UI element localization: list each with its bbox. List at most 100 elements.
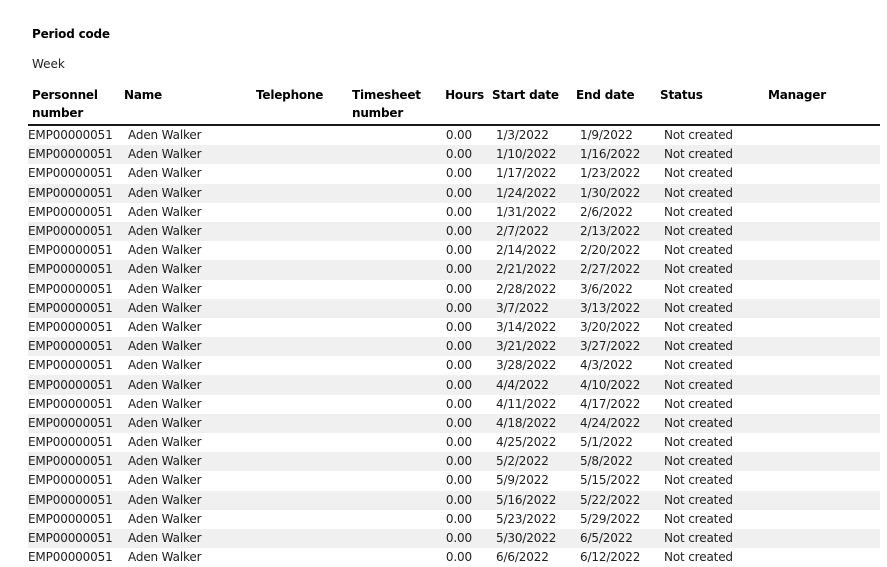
- cell-hours: 0.00: [445, 435, 472, 450]
- column-header-start-date[interactable]: Start date: [492, 86, 576, 126]
- cell-manager: [768, 145, 880, 165]
- table-row[interactable]: EMP00000051 Aden Walker 0.00 1/17/2022 1/23/…: [28, 164, 880, 183]
- cell-hours: 0.00: [444, 221, 492, 242]
- cell-timesheet-number: [352, 413, 444, 433]
- cell-status: Not created: [664, 243, 733, 258]
- table-row[interactable]: EMP00000051 Aden Walker 0.00 5/9/2022 5/15/2…: [28, 471, 880, 490]
- cell-end-date: 3/27/2022: [576, 337, 660, 357]
- cell-hours: 0.00: [445, 358, 472, 373]
- column-header-manager[interactable]: Manager: [768, 86, 880, 126]
- cell-status: Not created: [664, 358, 733, 373]
- cell-name: Aden Walker: [128, 473, 202, 488]
- cell-personnel-number: EMP00000051: [28, 128, 113, 143]
- cell-start-date: 1/3/2022: [496, 128, 549, 143]
- cell-end-date: 3/13/2022: [576, 298, 660, 318]
- cell-manager: [768, 280, 880, 299]
- cell-name: Aden Walker: [128, 550, 202, 565]
- cell-manager: [768, 260, 880, 280]
- table-row[interactable]: EMP00000051 Aden Walker 0.00 3/28/2022 4/3/2…: [28, 356, 880, 375]
- cell-timesheet-number: [352, 125, 444, 145]
- cell-status: Not created: [660, 183, 768, 203]
- cell-telephone: [256, 145, 352, 165]
- cell-hours: 0.00: [444, 452, 492, 472]
- table-row[interactable]: EMP00000051 Aden Walker 0.00 4/4/2022 4/10/2…: [28, 375, 880, 395]
- table-row[interactable]: EMP00000051 Aden Walker 0.00 5/16/2022 5/22/…: [28, 490, 880, 510]
- table-row[interactable]: EMP00000051 Aden Walker 0.00 1/3/2022 1/9/20…: [28, 125, 880, 145]
- cell-telephone: [256, 471, 352, 490]
- table-header-row: Personnel number Name Telephone Timeshee…: [28, 86, 880, 126]
- table-row[interactable]: EMP00000051 Aden Walker 0.00 2/21/2022 2/27/…: [28, 260, 880, 280]
- cell-start-date: 4/25/2022: [496, 435, 557, 450]
- cell-telephone: [256, 433, 352, 452]
- cell-manager: [768, 510, 880, 529]
- cell-end-date: 2/6/2022: [580, 204, 633, 219]
- table-row[interactable]: EMP00000051 Aden Walker 0.00 5/30/2022 6/5/2…: [28, 528, 880, 549]
- table-row[interactable]: EMP00000051 Aden Walker 0.00 2/14/2022 2/20/…: [28, 241, 880, 260]
- cell-telephone: [256, 452, 352, 472]
- table-row[interactable]: EMP00000051 Aden Walker 0.00 3/21/2022 3/27/…: [28, 337, 880, 357]
- cell-telephone: [256, 375, 352, 395]
- table-row[interactable]: EMP00000051 Aden Walker 0.00 1/24/2022 1/30/…: [28, 183, 880, 203]
- table-row[interactable]: EMP00000051 Aden Walker 0.00 4/11/2022 4/17/…: [28, 395, 880, 414]
- cell-hours: 0.00: [445, 166, 472, 181]
- table-row[interactable]: EMP00000051 Aden Walker 0.00 2/28/2022 3/6/2…: [28, 280, 880, 299]
- column-header-timesheet-number[interactable]: Timesheet number: [352, 86, 444, 126]
- cell-end-date: 1/16/2022: [576, 145, 660, 165]
- cell-status: Not created: [664, 281, 733, 296]
- column-header-end-date[interactable]: End date: [576, 86, 660, 126]
- cell-hours: 0.00: [445, 473, 472, 488]
- cell-manager: [768, 203, 880, 222]
- cell-hours: 0.00: [445, 319, 472, 334]
- cell-telephone: [256, 413, 352, 433]
- cell-timesheet-number: [352, 490, 444, 510]
- cell-end-date: 2/27/2022: [576, 260, 660, 280]
- column-header-hours[interactable]: Hours: [444, 86, 492, 126]
- table-row[interactable]: EMP00000051 Aden Walker 0.00 1/10/2022 1/16/…: [28, 145, 880, 165]
- cell-name: Aden Walker: [128, 204, 202, 219]
- cell-name: Aden Walker: [128, 511, 202, 526]
- table-row[interactable]: EMP00000051 Aden Walker 0.00 3/14/2022 3/20/…: [28, 318, 880, 337]
- cell-end-date: 4/17/2022: [580, 396, 641, 411]
- table-row[interactable]: EMP00000051 Aden Walker 0.00 6/6/2022 6/12/2…: [28, 548, 880, 567]
- cell-manager: [768, 528, 880, 549]
- column-header-name[interactable]: Name: [124, 86, 256, 126]
- cell-start-date: 3/21/2022: [492, 337, 576, 357]
- cell-timesheet-number: [352, 318, 444, 337]
- column-header-status[interactable]: Status: [660, 86, 768, 126]
- cell-status: Not created: [664, 473, 733, 488]
- cell-telephone: [256, 280, 352, 299]
- cell-personnel-number: EMP00000051: [28, 243, 113, 258]
- column-header-telephone[interactable]: Telephone: [256, 86, 352, 126]
- table-row[interactable]: EMP00000051 Aden Walker 0.00 2/7/2022 2/13/2…: [28, 221, 880, 242]
- cell-hours: 0.00: [445, 550, 472, 565]
- cell-timesheet-number: [352, 221, 444, 242]
- cell-hours: 0.00: [444, 260, 492, 280]
- cell-timesheet-number: [352, 241, 444, 260]
- table-row[interactable]: EMP00000051 Aden Walker 0.00 4/18/2022 4/24/…: [28, 413, 880, 433]
- cell-name: Aden Walker: [124, 528, 256, 549]
- timesheet-report: Period code Week Personnel number Name T…: [0, 0, 887, 567]
- table-row[interactable]: EMP00000051 Aden Walker 0.00 3/7/2022 3/13/2…: [28, 298, 880, 318]
- cell-status: Not created: [664, 166, 733, 181]
- cell-name: Aden Walker: [128, 319, 202, 334]
- cell-start-date: 5/23/2022: [496, 511, 557, 526]
- column-header-personnel-number[interactable]: Personnel number: [28, 86, 124, 126]
- cell-status: Not created: [664, 204, 733, 219]
- cell-personnel-number: EMP00000051: [28, 260, 124, 280]
- cell-end-date: 4/10/2022: [576, 375, 660, 395]
- cell-telephone: [256, 548, 352, 567]
- cell-timesheet-number: [352, 528, 444, 549]
- cell-personnel-number: EMP00000051: [28, 221, 124, 242]
- table-row[interactable]: EMP00000051 Aden Walker 0.00 5/23/2022 5/29/…: [28, 510, 880, 529]
- cell-status: Not created: [664, 396, 733, 411]
- cell-timesheet-number: [352, 452, 444, 472]
- cell-status: Not created: [660, 260, 768, 280]
- cell-manager: [768, 452, 880, 472]
- cell-manager: [768, 433, 880, 452]
- cell-telephone: [256, 356, 352, 375]
- table-row[interactable]: EMP00000051 Aden Walker 0.00 5/2/2022 5/8/20…: [28, 452, 880, 472]
- table-row[interactable]: EMP00000051 Aden Walker 0.00 1/31/2022 2/6/2…: [28, 203, 880, 222]
- cell-start-date: 3/14/2022: [496, 319, 557, 334]
- table-row[interactable]: EMP00000051 Aden Walker 0.00 4/25/2022 5/1/2…: [28, 433, 880, 452]
- cell-end-date: 4/3/2022: [580, 358, 633, 373]
